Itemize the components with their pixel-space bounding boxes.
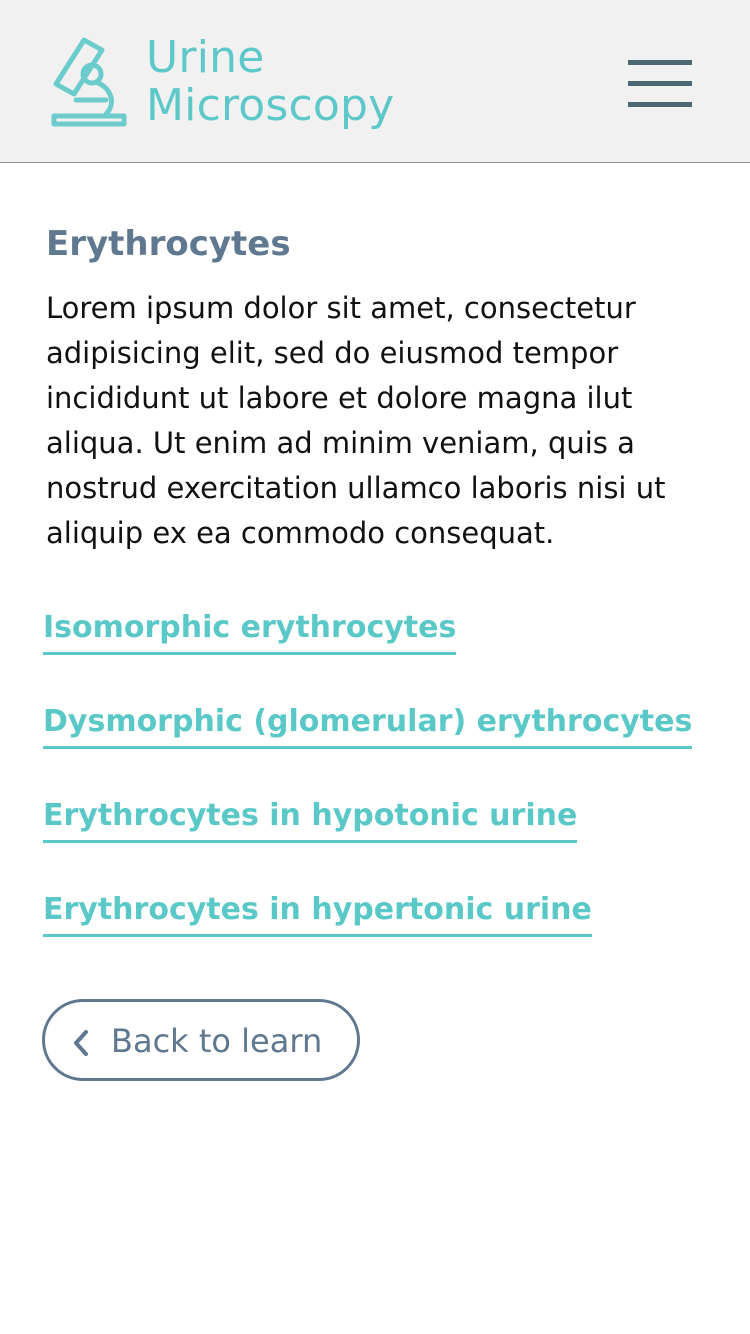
page-title: Erythrocytes — [46, 224, 291, 264]
back-to-learn-button[interactable]: Back to learn — [42, 999, 360, 1081]
hamburger-menu-icon-bar — [628, 81, 692, 86]
link-hypotonic-erythrocytes[interactable]: Erythrocytes in hypotonic urine — [43, 794, 578, 843]
menu-button[interactable] — [628, 58, 694, 110]
link-dysmorphic-erythrocytes[interactable]: Dysmorphic (glomerular) erythrocytes — [43, 700, 693, 749]
description-text: Lorem ipsum dolor sit amet, consectetur … — [46, 291, 666, 550]
app-title-line2: Microscopy — [146, 80, 395, 131]
topic-links: Isomorphic erythrocytes Dysmorphic (glom… — [43, 606, 723, 982]
hamburger-menu-icon-bar — [628, 102, 692, 107]
content-section: Erythrocytes Lorem ipsum dolor sit amet,… — [46, 222, 710, 556]
link-isomorphic-erythrocytes[interactable]: Isomorphic erythrocytes — [43, 606, 457, 655]
app-header: Urine Microscopy — [0, 0, 750, 163]
link-hypertonic-erythrocytes[interactable]: Erythrocytes in hypertonic urine — [43, 888, 592, 937]
microscope-icon — [51, 37, 127, 127]
chevron-left-icon — [74, 1030, 88, 1056]
app-title-line1: Urine — [146, 32, 265, 83]
app-title: Urine Microscopy — [146, 34, 394, 130]
back-button-label: Back to learn — [111, 1022, 323, 1060]
hamburger-menu-icon — [628, 60, 692, 65]
